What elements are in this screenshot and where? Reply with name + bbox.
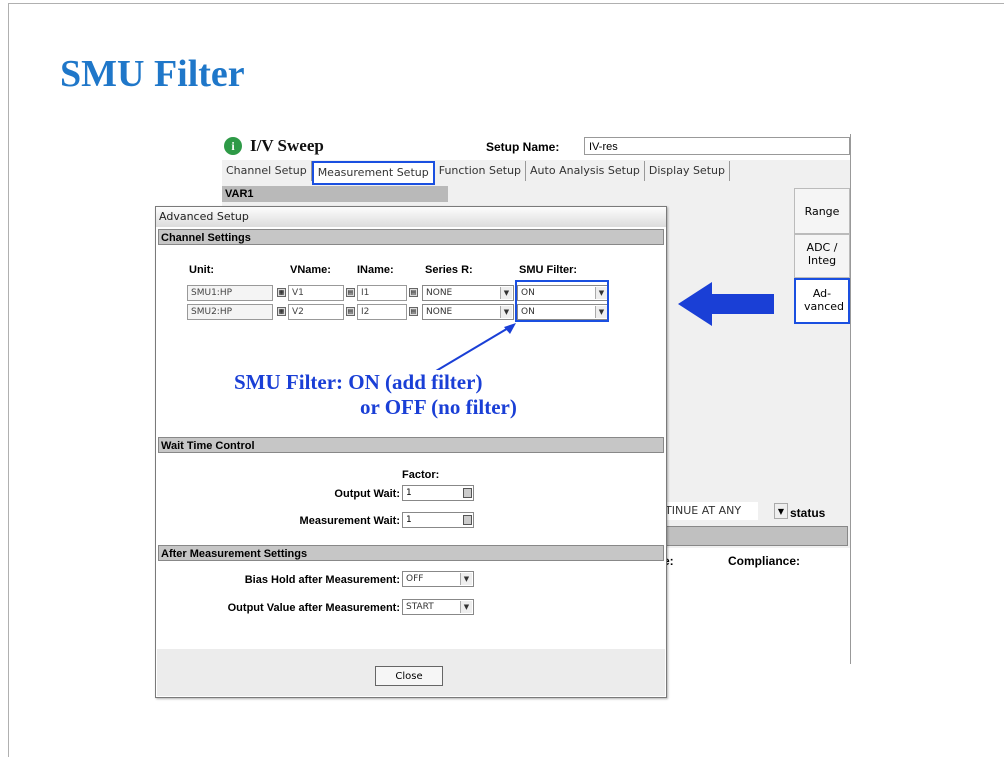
measurement-wait-label: Measurement Wait: — [299, 515, 400, 527]
var1-header: VAR1 — [222, 186, 448, 202]
vname-field[interactable]: V2 — [288, 304, 344, 320]
factor-label: Factor: — [402, 469, 440, 481]
continue-dropdown-arrow-icon[interactable]: ▼ — [774, 503, 788, 519]
window-titlebar: i I/V Sweep Setup Name: IV-res — [222, 134, 850, 160]
col-vname: VName: — [290, 264, 331, 276]
series-r-select[interactable]: NONE ▼ — [422, 304, 514, 320]
keypad-icon[interactable]: ▦ — [277, 288, 286, 297]
info-icon[interactable]: i — [224, 137, 242, 155]
col-unit: Unit: — [189, 264, 215, 276]
dropdown-arrow-icon: ▼ — [460, 601, 472, 613]
unit-cell: SMU2:HP — [187, 304, 273, 320]
series-r-select[interactable]: NONE ▼ — [422, 285, 514, 301]
unit-cell: SMU1:HP — [187, 285, 273, 301]
dropdown-arrow-icon: ▼ — [500, 306, 512, 318]
tab-display-setup[interactable]: Display Setup — [645, 161, 730, 181]
keypad-icon[interactable]: ▦ — [277, 307, 286, 316]
annotation-line-2: or OFF (no filter) — [360, 395, 517, 420]
annotation-arrow-icon — [435, 323, 516, 372]
table-header-bar — [662, 526, 848, 546]
keyboard-icon[interactable]: ▤ — [346, 288, 355, 297]
window-title: I/V Sweep — [250, 136, 324, 155]
wait-time-header: Wait Time Control — [158, 437, 664, 453]
slide-title: SMU Filter — [60, 53, 245, 95]
tab-function-setup[interactable]: Function Setup — [435, 161, 527, 181]
iname-field[interactable]: I2 — [357, 304, 407, 320]
iname-field[interactable]: I1 — [357, 285, 407, 301]
tab-bar: Channel Setup Measurement Setup Function… — [222, 161, 730, 185]
pointer-arrow-icon — [678, 282, 774, 326]
setup-name-label: Setup Name: — [486, 140, 560, 154]
annotation-line-1: SMU Filter: ON (add filter) — [234, 370, 483, 395]
continue-select[interactable]: TINUE AT ANY — [662, 502, 758, 520]
calculator-icon[interactable] — [463, 515, 472, 525]
status-label: status — [790, 506, 826, 520]
bias-hold-label: Bias Hold after Measurement: — [244, 574, 400, 586]
vname-field[interactable]: V1 — [288, 285, 344, 301]
close-button[interactable]: Close — [375, 666, 443, 686]
smu-filter-highlight — [515, 280, 609, 322]
setup-name-input[interactable]: IV-res — [584, 137, 850, 155]
tab-measurement-setup[interactable]: Measurement Setup — [311, 161, 435, 185]
output-value-select[interactable]: START ▼ — [402, 599, 474, 615]
advanced-setup-dialog: Advanced Setup Channel Settings Unit: VN… — [155, 206, 667, 698]
range-button[interactable]: Range — [794, 188, 850, 234]
channel-settings-header: Channel Settings — [158, 229, 664, 245]
slide-border-top — [8, 3, 1004, 4]
dropdown-arrow-icon: ▼ — [500, 287, 512, 299]
dropdown-arrow-icon: ▼ — [460, 573, 472, 585]
bias-hold-select[interactable]: OFF ▼ — [402, 571, 474, 587]
col-series-r: Series R: — [425, 264, 473, 276]
tab-channel-setup[interactable]: Channel Setup — [222, 161, 312, 181]
tab-auto-analysis-setup[interactable]: Auto Analysis Setup — [526, 161, 645, 181]
compliance-label: Compliance: — [728, 554, 801, 568]
col-smu-filter: SMU Filter: — [519, 264, 578, 276]
output-wait-label: Output Wait: — [334, 488, 400, 500]
advanced-button[interactable]: Ad- vanced — [794, 278, 850, 324]
output-value-label: Output Value after Measurement: — [227, 602, 400, 614]
slide-border-left — [8, 3, 9, 757]
keyboard-icon[interactable]: ▤ — [346, 307, 355, 316]
keyboard-icon[interactable]: ▤ — [409, 288, 418, 297]
after-measurement-header: After Measurement Settings — [158, 545, 664, 561]
col-iname: IName: — [357, 264, 394, 276]
adc-integ-button[interactable]: ADC / Integ — [794, 234, 850, 278]
keyboard-icon[interactable]: ▤ — [409, 307, 418, 316]
dialog-title: Advanced Setup — [156, 207, 666, 227]
calculator-icon[interactable] — [463, 488, 472, 498]
